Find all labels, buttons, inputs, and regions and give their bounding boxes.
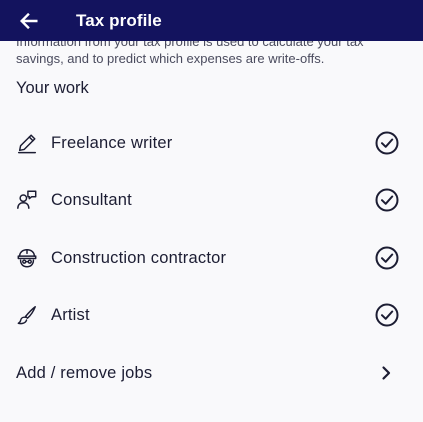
job-label: Artist [51, 305, 90, 324]
check-circle-icon[interactable] [374, 245, 400, 271]
consultant-icon [15, 188, 39, 212]
check-circle-icon[interactable] [374, 302, 400, 328]
job-row-freelance-writer[interactable]: Freelance writer [0, 123, 423, 163]
job-label: Consultant [51, 190, 132, 209]
job-row-artist[interactable]: Artist [0, 295, 423, 335]
check-circle-icon[interactable] [374, 187, 400, 213]
job-label: Construction contractor [51, 248, 227, 267]
page-title: Tax profile [76, 10, 162, 30]
paintbrush-icon [15, 303, 39, 327]
back-button[interactable] [14, 6, 44, 36]
pen-icon [15, 131, 39, 155]
add-remove-jobs-label: Add / remove jobs [16, 363, 153, 382]
section-title: Your work [16, 79, 89, 97]
app-bar: Tax profile [0, 0, 423, 41]
arrow-left-icon [19, 12, 38, 29]
job-row-construction-contractor[interactable]: Construction contractor [0, 238, 423, 278]
hard-hat-icon [15, 246, 39, 270]
check-circle-icon[interactable] [374, 130, 400, 156]
job-row-consultant[interactable]: Consultant [0, 180, 423, 220]
job-label: Freelance writer [51, 133, 173, 152]
add-remove-jobs-row[interactable]: Add / remove jobs [0, 353, 423, 393]
chevron-right-icon [382, 366, 391, 380]
